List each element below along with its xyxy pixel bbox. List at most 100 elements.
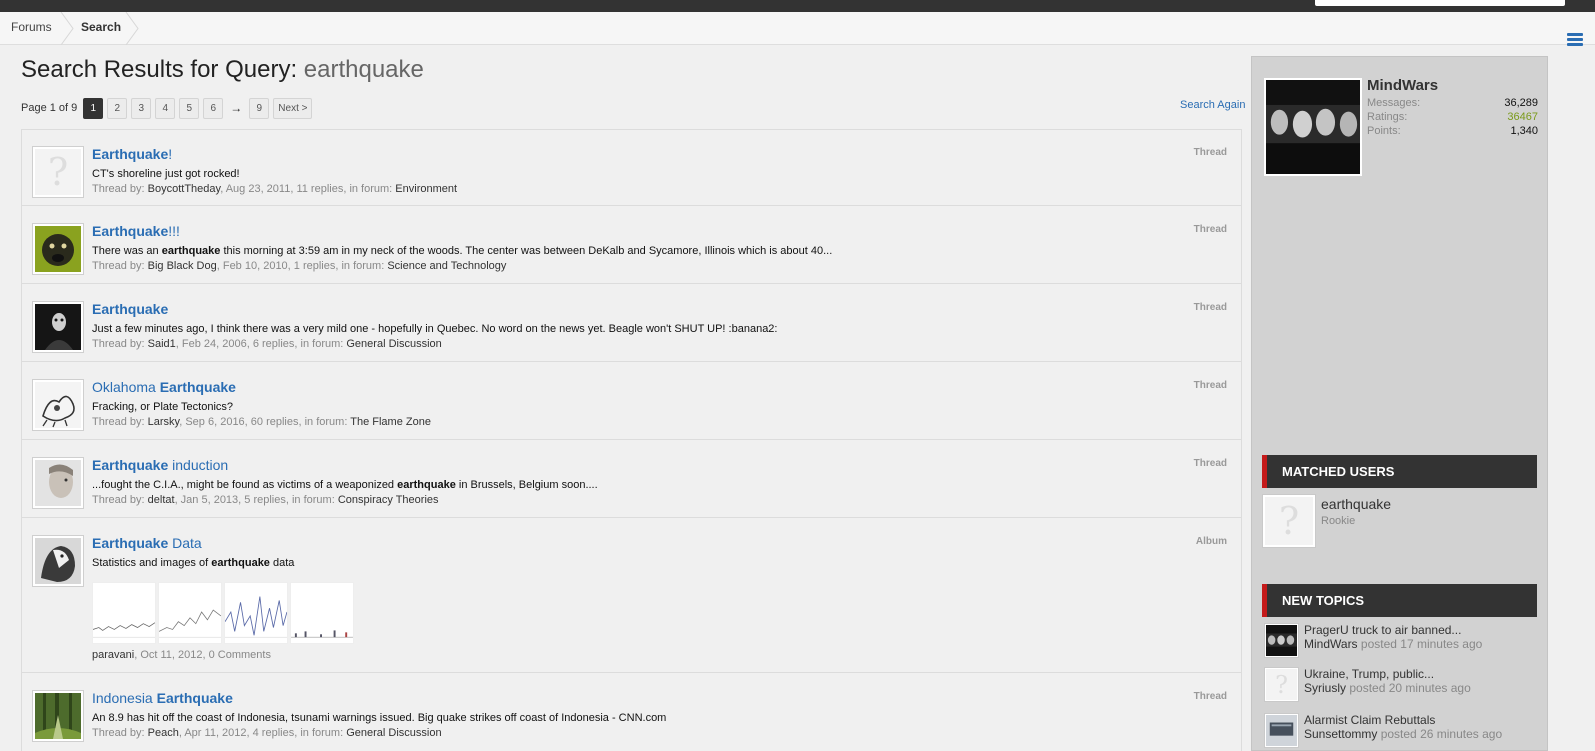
result-type-label: Thread bbox=[1193, 302, 1227, 313]
visitor-name[interactable]: MindWars bbox=[1367, 77, 1438, 94]
author-link[interactable]: Said1 bbox=[148, 338, 176, 350]
topic-meta: Sunsettommy posted 26 minutes ago bbox=[1304, 727, 1503, 741]
pagination: Page 1 of 9 1 2 3 4 5 6 → 9 Next > bbox=[21, 97, 313, 119]
new-topics-heading: NEW TOPICS bbox=[1262, 584, 1537, 617]
breadcrumb-separator-icon bbox=[125, 11, 139, 46]
topic-title-link[interactable]: Alarmist Claim Rebuttals bbox=[1304, 713, 1435, 727]
result-meta: Thread by: Peach, Apr 11, 2012, 4 replie… bbox=[92, 727, 442, 739]
result-title-link[interactable]: Earthquake!!! bbox=[92, 223, 180, 239]
matched-user-title: Rookie bbox=[1321, 515, 1356, 527]
page-link-6[interactable]: 6 bbox=[203, 97, 224, 119]
search-result: ? Earthquake! Thread CT's shoreline just… bbox=[22, 130, 1241, 206]
page-title: Search Results for Query: earthquake bbox=[21, 56, 424, 83]
page-link-2[interactable]: 2 bbox=[107, 97, 128, 119]
forum-link[interactable]: Conspiracy Theories bbox=[338, 494, 439, 506]
topic-user-link[interactable]: MindWars bbox=[1304, 637, 1358, 651]
topic-item[interactable]: ? Ukraine, Trump, public... Syriusly pos… bbox=[1264, 667, 1539, 703]
result-snippet: Statistics and images of earthquake data bbox=[92, 557, 295, 569]
result-type-label: Thread bbox=[1193, 224, 1227, 235]
matched-user-name[interactable]: earthquake bbox=[1321, 496, 1391, 512]
result-title-link[interactable]: Earthquake bbox=[92, 301, 168, 317]
result-type-label: Album bbox=[1195, 536, 1227, 547]
result-snippet: CT's shoreline just got rocked! bbox=[92, 168, 240, 180]
stat-messages: Messages: 36,289 bbox=[1367, 97, 1538, 109]
sidebar: MindWars Messages: 36,289 Ratings: 36467 P… bbox=[1251, 56, 1548, 751]
author-link[interactable]: BoycottTheday bbox=[148, 183, 221, 195]
page-link-1[interactable]: 1 bbox=[83, 97, 104, 119]
topic-title-link[interactable]: Ukraine, Trump, public... bbox=[1304, 667, 1434, 681]
author-link[interactable]: Big Black Dog bbox=[148, 260, 217, 272]
result-meta: Thread by: BoycottTheday, Aug 23, 2011, … bbox=[92, 183, 458, 195]
avatar[interactable]: ? bbox=[32, 146, 84, 198]
avatar[interactable] bbox=[1264, 623, 1299, 658]
avatar[interactable] bbox=[32, 690, 84, 742]
avatar[interactable]: ? bbox=[1262, 494, 1316, 548]
author-link[interactable]: paravani bbox=[92, 649, 134, 661]
result-meta: Thread by: Said1, Feb 24, 2006, 6 replie… bbox=[92, 338, 442, 350]
search-again-link[interactable]: Search Again bbox=[1180, 99, 1245, 111]
result-type-label: Thread bbox=[1193, 147, 1227, 158]
breadcrumb: Forums Search bbox=[0, 11, 1595, 47]
avatar[interactable] bbox=[32, 301, 84, 353]
result-snippet: There was an earthquake this morning at … bbox=[92, 245, 833, 257]
forum-link[interactable]: Environment bbox=[395, 183, 457, 195]
album-thumbnail[interactable] bbox=[92, 582, 156, 644]
search-results-list: ? Earthquake! Thread CT's shoreline just… bbox=[21, 129, 1242, 751]
top-search-input[interactable] bbox=[1315, 0, 1565, 6]
album-thumbnail[interactable] bbox=[224, 582, 288, 644]
result-meta: Thread by: Larsky, Sep 6, 2016, 60 repli… bbox=[92, 416, 431, 428]
page-link-5[interactable]: 5 bbox=[179, 97, 200, 119]
result-title-link[interactable]: Earthquake! bbox=[92, 146, 172, 162]
menu-icon[interactable] bbox=[1567, 33, 1583, 47]
page-link-9[interactable]: 9 bbox=[249, 97, 270, 119]
avatar[interactable] bbox=[32, 379, 84, 431]
result-title-link[interactable]: Earthquake Data bbox=[92, 535, 202, 551]
album-thumbnail[interactable] bbox=[158, 582, 222, 644]
stat-points: Points: 1,340 bbox=[1367, 125, 1538, 137]
avatar[interactable] bbox=[1264, 713, 1299, 748]
search-result: Indonesia Earthquake Thread An 8.9 has h… bbox=[22, 674, 1241, 751]
search-result: Earthquake!!! Thread There was an earthq… bbox=[22, 207, 1241, 284]
result-meta: paravani, Oct 11, 2012, 0 Comments bbox=[92, 649, 271, 661]
page-link-3[interactable]: 3 bbox=[131, 97, 152, 119]
next-page-button[interactable]: Next > bbox=[273, 97, 313, 119]
search-result: Oklahoma Earthquake Thread Fracking, or … bbox=[22, 363, 1241, 440]
topic-meta: Syriusly posted 20 minutes ago bbox=[1304, 681, 1471, 695]
page-link-4[interactable]: 4 bbox=[155, 97, 176, 119]
top-bar bbox=[0, 0, 1595, 12]
result-type-label: Thread bbox=[1193, 380, 1227, 391]
forum-link[interactable]: The Flame Zone bbox=[350, 416, 431, 428]
forum-link[interactable]: Science and Technology bbox=[387, 260, 506, 272]
result-title-link[interactable]: Earthquake induction bbox=[92, 457, 228, 473]
breadcrumb-search[interactable]: Search bbox=[81, 12, 121, 45]
search-query: earthquake bbox=[303, 56, 424, 83]
result-type-label: Thread bbox=[1193, 691, 1227, 702]
result-snippet: An 8.9 has hit off the coast of Indonesi… bbox=[92, 712, 667, 724]
avatar[interactable] bbox=[32, 457, 84, 509]
result-title-link[interactable]: Indonesia Earthquake bbox=[92, 690, 233, 706]
page-skip-arrow-icon[interactable]: → bbox=[227, 101, 245, 115]
breadcrumb-separator-icon bbox=[60, 11, 74, 46]
topic-user-link[interactable]: Syriusly bbox=[1304, 681, 1346, 695]
forum-link[interactable]: General Discussion bbox=[346, 727, 441, 739]
forum-link[interactable]: General Discussion bbox=[346, 338, 441, 350]
author-link[interactable]: Peach bbox=[148, 727, 179, 739]
avatar[interactable]: ? bbox=[1264, 667, 1299, 702]
topic-item[interactable]: PragerU truck to air banned... MindWars … bbox=[1264, 623, 1539, 659]
album-thumbnails bbox=[92, 582, 354, 644]
breadcrumb-forums[interactable]: Forums bbox=[11, 12, 52, 45]
topic-user-link[interactable]: Sunsettommy bbox=[1304, 727, 1377, 741]
matched-users-heading: MATCHED USERS bbox=[1262, 455, 1537, 488]
album-thumbnail[interactable] bbox=[290, 582, 354, 644]
result-snippet: Just a few minutes ago, I think there wa… bbox=[92, 323, 778, 335]
result-title-link[interactable]: Oklahoma Earthquake bbox=[92, 379, 236, 395]
stat-ratings: Ratings: 36467 bbox=[1367, 111, 1538, 123]
topic-title-link[interactable]: PragerU truck to air banned... bbox=[1304, 623, 1461, 637]
search-result: Earthquake induction Thread ...fought th… bbox=[22, 441, 1241, 518]
avatar[interactable] bbox=[32, 535, 84, 587]
avatar[interactable] bbox=[32, 223, 84, 275]
visitor-avatar[interactable] bbox=[1264, 78, 1362, 176]
author-link[interactable]: deltat bbox=[148, 494, 175, 506]
author-link[interactable]: Larsky bbox=[148, 416, 180, 428]
topic-item[interactable]: Alarmist Claim Rebuttals Sunsettommy pos… bbox=[1264, 713, 1539, 749]
